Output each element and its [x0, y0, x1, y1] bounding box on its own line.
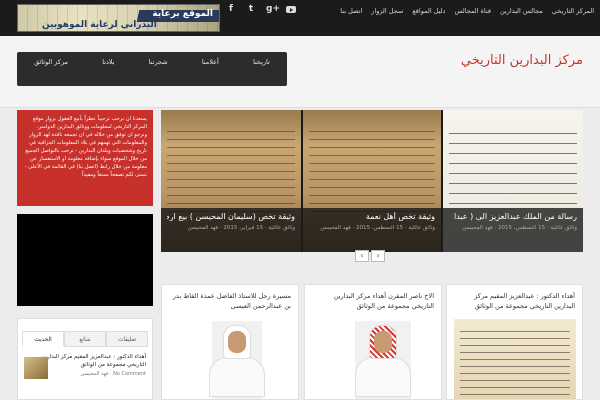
welcome-box: يسعدنا ان نرحب ترحيباً عطراً بأبيع العقو…	[17, 110, 153, 206]
post-card-1[interactable]: مسيرة رجل للاستاذ الفاضل عمدة القاط بدر …	[161, 284, 299, 400]
mainnav-item-tree[interactable]: شجرتنا	[149, 58, 168, 66]
top-navigation: المركز التاريخي مجالس البدارين قناة المج…	[340, 0, 594, 22]
recent-post-comments: No Comment	[113, 371, 146, 377]
mainnav-item-figures[interactable]: أعلامنا	[202, 58, 219, 66]
slide-1-meta: وثائق عائلية · 15 فبراير، 2015 · فهد الم…	[187, 225, 295, 231]
recent-post-author: فهد المحيسن	[80, 371, 109, 377]
welcome-text: يسعدنا ان نرحب ترحيباً عطراً بأبيع العقو…	[24, 116, 147, 178]
post-card-2[interactable]: الاخ ناصر المقرن أهداء مركز البدارين الت…	[304, 284, 442, 400]
post-card-3-photo[interactable]	[454, 319, 576, 399]
tab-popular[interactable]: شائع	[64, 331, 106, 347]
social-links: f t g+	[226, 4, 296, 16]
top-bar: المركز التاريخي مجالس البدارين قناة المج…	[0, 0, 600, 36]
slider-prev-button[interactable]: ‹	[355, 250, 369, 262]
post-card-1-title[interactable]: مسيرة رجل للاستاذ الفاضل عمدة القاط بدر …	[169, 291, 291, 311]
slide-3[interactable]: رسالة من الملك عبدالعزيز الى ( عبدا وثائ…	[443, 110, 583, 252]
topnav-item-majalis[interactable]: مجالس البدارين	[500, 7, 543, 15]
facebook-icon[interactable]: f	[226, 4, 236, 16]
tab-recent[interactable]: الحديث	[22, 331, 64, 347]
mainnav-item-history[interactable]: تاريخنا	[253, 58, 270, 66]
slide-1[interactable]: وثيقة تخص (سليمان المحيسن ) بيع ارض وثائ…	[161, 110, 301, 252]
video-embed[interactable]	[17, 214, 153, 306]
slide-2-title[interactable]: وثيقة تخص أهل نعمة	[309, 212, 435, 221]
topnav-item-guestbook[interactable]: سجل الزوار	[371, 7, 403, 15]
slide-3-meta: وثائق عائلية · 15 أغسطس، 2015 · فهد المح…	[462, 225, 577, 231]
slide-1-caption: وثيقة تخص (سليمان المحيسن ) بيع ارض وثائ…	[161, 208, 301, 252]
recent-post-thumbnail[interactable]	[24, 357, 48, 379]
tab-comments[interactable]: تعليقات	[106, 331, 148, 347]
post-card-2-photo[interactable]	[355, 321, 411, 399]
slide-2[interactable]: وثيقة تخص أهل نعمة وثائق عائلية · 15 أغس…	[303, 110, 441, 252]
twitter-icon[interactable]: t	[246, 4, 256, 16]
youtube-icon[interactable]	[286, 4, 296, 16]
topnav-item-channel[interactable]: قناة المجالس	[454, 7, 491, 15]
site-title[interactable]: مركز البدارين التاريخي	[461, 53, 583, 68]
slide-3-caption: رسالة من الملك عبدالعزيز الى ( عبدا وثائ…	[443, 208, 583, 252]
topnav-item-historical-center[interactable]: المركز التاريخي	[552, 7, 594, 15]
slide-3-title[interactable]: رسالة من الملك عبدالعزيز الى ( عبدا	[449, 212, 577, 221]
banner-line-2: البدراني لرعاية الموهوبين	[42, 20, 157, 30]
sponsor-banner[interactable]: الموقع برعاية البدراني لرعاية الموهوبين	[17, 4, 220, 32]
slider-next-button[interactable]: ›	[371, 250, 385, 262]
tabs-widget: الحديث شائع تعليقات أهداء الدكتور : عبدا…	[17, 318, 153, 400]
mainnav-item-lands[interactable]: بلادنا	[102, 58, 114, 66]
topnav-item-sites-guide[interactable]: دليل المواقع	[412, 7, 445, 15]
slider-arrows: ‹ ›	[355, 250, 385, 262]
tabs-bar: الحديث شائع تعليقات	[22, 331, 148, 347]
slide-2-meta: وثائق عائلية · 15 أغسطس، 2015 · فهد المح…	[320, 225, 435, 231]
post-card-1-photo[interactable]	[209, 321, 265, 399]
slide-1-title[interactable]: وثيقة تخص (سليمان المحيسن ) بيع ارض	[167, 212, 295, 221]
banner-line-1: الموقع برعاية	[152, 9, 213, 19]
main-navigation: تاريخنا أعلامنا شجرتنا بلادنا مركز الوثا…	[17, 52, 287, 86]
post-card-2-title[interactable]: الاخ ناصر المقرن أهداء مركز البدارين الت…	[312, 291, 434, 311]
mainnav-item-documents[interactable]: مركز الوثائق	[34, 58, 68, 66]
post-card-3-title[interactable]: أهداء الدكتور : عبدالعزيز المقيم مركز ال…	[454, 291, 575, 311]
post-card-3[interactable]: أهداء الدكتور : عبدالعزيز المقيم مركز ال…	[446, 284, 583, 400]
google-plus-icon[interactable]: g+	[266, 4, 280, 16]
featured-slider: وثيقة تخص (سليمان المحيسن ) بيع ارض وثائ…	[161, 110, 583, 252]
topnav-item-contact[interactable]: اتصل بنا	[340, 7, 362, 15]
slide-2-caption: وثيقة تخص أهل نعمة وثائق عائلية · 15 أغس…	[303, 208, 441, 252]
